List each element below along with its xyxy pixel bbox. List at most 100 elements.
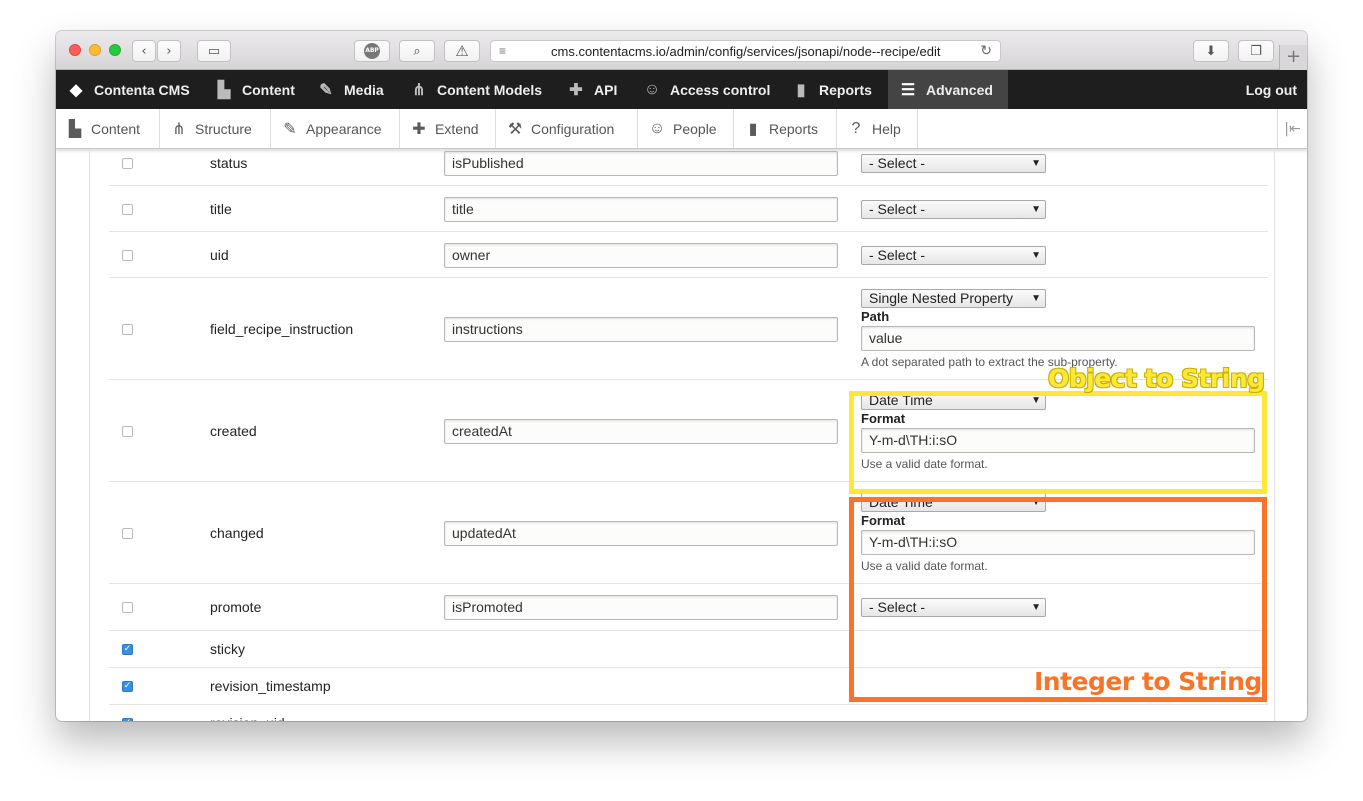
toolbar-label: Content (242, 81, 295, 98)
toolbar-label: Access control (670, 81, 771, 98)
browser-window: ‹ › ▭ ABP ⌕ ⚠ ≡ cms.contentacms.io/admin… (56, 31, 1307, 721)
field-name: revision_timestamp (210, 678, 331, 694)
dropdown-arrow-icon: ▼ (1031, 158, 1041, 169)
toolbar-item-api[interactable]: ✚ API (556, 70, 627, 109)
disabled-checkbox[interactable] (122, 426, 133, 437)
tray-item-structure[interactable]: ⋔ Structure (160, 109, 271, 148)
tray-orientation-toggle[interactable]: |⇤ (1277, 109, 1307, 148)
select-value: - Select - (869, 247, 926, 263)
adblock-button[interactable]: ABP (354, 40, 390, 62)
tray-item-reports[interactable]: ▮ Reports (734, 109, 837, 148)
disabled-checkbox-checked[interactable]: ✓ (122, 681, 133, 692)
adblock-icon: ABP (364, 43, 380, 59)
field-name: field_recipe_instruction (210, 321, 354, 337)
minimize-window-button[interactable] (89, 44, 101, 56)
disabled-checkbox[interactable] (122, 602, 133, 613)
toolbar-label: Advanced (926, 81, 993, 98)
warning-button[interactable]: ⚠ (444, 40, 480, 62)
toolbar-item-reports[interactable]: ▮ Reports (781, 70, 882, 109)
field-name: revision_uid (210, 715, 285, 721)
tray-label: Reports (769, 120, 819, 137)
admin-toolbar: ◆ Contenta CMS ▙ Content ✎ Media ⋔ Conte… (56, 70, 1307, 109)
object-to-string-annotation: Object to String (1048, 364, 1265, 393)
wrench-icon: ⚒ (507, 120, 523, 138)
tray-label: Help (872, 120, 901, 137)
bar-chart-icon: ▮ (748, 120, 758, 138)
disabled-checkbox[interactable] (122, 324, 133, 335)
toolbar-label: Reports (819, 81, 872, 98)
zoom-window-button[interactable] (109, 44, 121, 56)
alias-input[interactable]: title (444, 197, 838, 222)
tray-item-extend[interactable]: ✚ Extend (400, 109, 496, 148)
toolbar-item-content[interactable]: ▙ Content (204, 70, 305, 109)
download-button[interactable]: ⬇ (1193, 40, 1229, 62)
field-name: promote (210, 599, 262, 615)
toolbar-item-media[interactable]: ✎ Media (306, 70, 394, 109)
tray-item-appearance[interactable]: ✎ Appearance (271, 109, 400, 148)
object-to-string-highlight (849, 391, 1267, 494)
puzzle-icon: ✚ (412, 120, 426, 138)
field-name: sticky (210, 641, 245, 657)
alias-input[interactable]: owner (444, 243, 838, 268)
tabs-button[interactable]: ❐ (1238, 40, 1274, 62)
logout-link[interactable]: Log out (1236, 70, 1307, 109)
disabled-checkbox[interactable] (122, 528, 133, 539)
forward-button[interactable]: › (157, 40, 181, 62)
sidebar-button[interactable]: ▭ (197, 40, 231, 62)
contenta-logo-icon: ◆ (69, 81, 83, 99)
disabled-checkbox[interactable] (122, 250, 133, 261)
tray-item-help[interactable]: ? Help (837, 109, 918, 148)
toolbar-item-advanced[interactable]: ☰ Advanced (888, 70, 1008, 109)
disabled-checkbox[interactable] (122, 204, 133, 215)
field-overrides-table: status isPublished - Select - ▼ title tit… (56, 149, 1307, 721)
tray-item-configuration[interactable]: ⚒ Configuration (496, 109, 638, 148)
browser-chrome: ‹ › ▭ ABP ⌕ ⚠ ≡ cms.contentacms.io/admin… (56, 31, 1307, 70)
logout-label: Log out (1245, 81, 1297, 98)
disabled-checkbox-checked[interactable]: ✓ (122, 718, 133, 721)
tray-label: People (673, 120, 717, 137)
toolbar-label: Media (344, 81, 384, 98)
enhancer-select[interactable]: - Select - ▼ (861, 154, 1046, 173)
sidebar-icon: ▭ (207, 43, 221, 59)
reader-icon[interactable]: ≡ (499, 44, 506, 58)
close-window-button[interactable] (69, 44, 81, 56)
alias-input[interactable]: createdAt (444, 419, 838, 444)
help-icon: ? (851, 119, 861, 137)
table-row: ✓ revision_uid (109, 705, 1268, 721)
disabled-checkbox[interactable] (122, 158, 133, 169)
admin-tray: ▙ Content ⋔ Structure ✎ Appearance ✚ Ext… (56, 109, 1307, 149)
reload-icon[interactable]: ↻ (980, 42, 992, 59)
alias-input[interactable]: updatedAt (444, 521, 838, 546)
enhancer-select[interactable]: - Select - ▼ (861, 200, 1046, 219)
dropdown-arrow-icon: ▼ (1031, 250, 1041, 261)
toolbar-item-access-control[interactable]: ☺ Access control (632, 70, 780, 109)
wrench-icon: ✎ (319, 81, 333, 99)
back-button[interactable]: ‹ (132, 40, 156, 62)
document-icon: ▙ (68, 120, 82, 138)
new-tab-button[interactable]: + (1279, 45, 1307, 70)
tray-item-people[interactable]: ☺ People (638, 109, 734, 148)
select-value: - Select - (869, 155, 926, 171)
alias-input[interactable]: instructions (444, 317, 838, 342)
field-name: title (210, 201, 232, 217)
tabs-icon: ❐ (1250, 43, 1262, 59)
disabled-checkbox-checked[interactable]: ✓ (122, 644, 133, 655)
brush-icon: ✎ (283, 120, 297, 138)
table-row: status isPublished - Select - ▼ (109, 149, 1268, 186)
alias-input[interactable]: isPublished (444, 151, 838, 176)
address-bar[interactable]: ≡ cms.contentacms.io/admin/config/servic… (490, 40, 1001, 62)
search-icon: ⌕ (413, 43, 421, 59)
field-name: status (210, 155, 248, 171)
path-input[interactable]: value (861, 326, 1255, 351)
toolbar-item-contenta[interactable]: ◆ Contenta CMS (56, 70, 200, 109)
search-button[interactable]: ⌕ (399, 40, 435, 62)
toolbar-label: API (594, 81, 618, 98)
integer-to-string-annotation: Integer to String (1034, 667, 1262, 696)
enhancer-select[interactable]: - Select - ▼ (861, 246, 1046, 265)
enhancer-select[interactable]: Single Nested Property ▼ (861, 289, 1046, 308)
tray-item-content[interactable]: ▙ Content (56, 109, 160, 148)
toolbar-item-content-models[interactable]: ⋔ Content Models (399, 70, 552, 109)
checkmark-icon: ✓ (123, 681, 132, 691)
alias-input[interactable]: isPromoted (444, 595, 838, 620)
structure-icon: ⋔ (172, 120, 186, 138)
